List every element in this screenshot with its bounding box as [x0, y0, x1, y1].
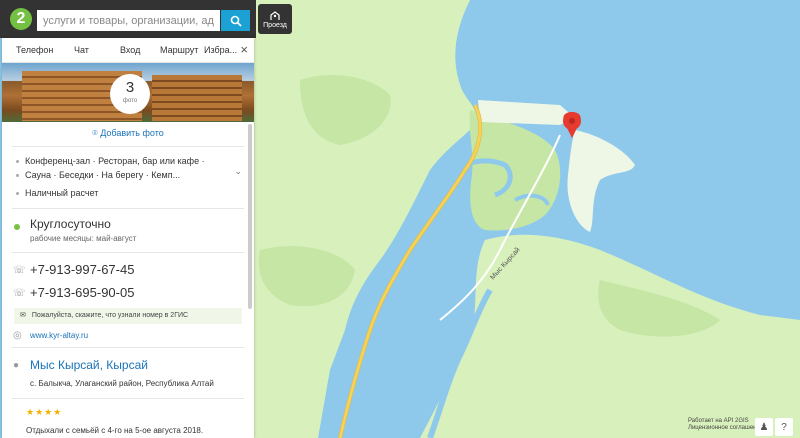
credits-license-link[interactable]: Лицензионное соглашение [688, 425, 763, 432]
divider [12, 252, 244, 253]
route-button[interactable]: Проезд [258, 4, 292, 34]
search-button[interactable] [221, 10, 250, 31]
hours-main: Круглосуточно [30, 217, 111, 231]
card-tabs: Телефон Чат Вход Маршрут Избра... × [2, 38, 254, 63]
search-bar: 2 [0, 0, 256, 38]
tab-phone[interactable]: Телефон [16, 45, 53, 55]
place-address: с. Балыкча, Улаганский район, Республика… [30, 379, 214, 388]
hours-sub: рабочие месяцы: май-август [30, 234, 137, 243]
user-icon[interactable]: ♟ [755, 418, 773, 436]
phone-number-1[interactable]: +7-913-997-67-45 [30, 262, 134, 277]
phone-icon: ☏ [13, 288, 26, 299]
credits-api: Работает на API 2GIS [688, 418, 749, 424]
globe-icon: ◎ [13, 330, 22, 341]
logo-2gis[interactable]: 2 [10, 8, 32, 30]
features-line-2: Сауна · Беседки · На берегу · Кемп... [16, 170, 180, 180]
chevron-down-icon[interactable]: ⌄ [234, 166, 242, 177]
photo-caption: фото [122, 98, 138, 104]
features-line-1: Конференц-зал · Ресторан, бар или кафе · [16, 156, 205, 166]
megaphone-icon: ✉ [20, 312, 26, 319]
search-icon [230, 15, 242, 27]
phone-icon: ☏ [13, 265, 26, 276]
photo-count-badge[interactable]: 3 фото [110, 74, 150, 114]
camera-icon: ⌾ [92, 128, 98, 138]
photo-count: 3 [125, 79, 135, 96]
add-photo-label: Добавить фото [100, 128, 164, 138]
close-icon[interactable]: × [240, 42, 248, 57]
map-credits: Работает на API 2GIS Лицензионное соглаш… [688, 418, 763, 432]
rating-stars: ★★★★ [26, 407, 63, 417]
tab-route[interactable]: Маршрут [160, 45, 198, 55]
scrollbar[interactable] [248, 124, 252, 309]
tab-favorites[interactable]: Избра... [204, 45, 237, 55]
website-link[interactable]: www.kyr-altay.ru [30, 331, 88, 340]
help-icon[interactable]: ? [775, 418, 793, 436]
place-card: Телефон Чат Вход Маршрут Избра... × 3 фо… [2, 38, 254, 438]
mention-2gis-note: ✉ Пожалуйста, скажите, что узнали номер в… [14, 308, 242, 324]
add-photo-link[interactable]: ⌾ Добавить фото [2, 128, 254, 139]
location-icon: ● [13, 360, 20, 371]
tab-chat[interactable]: Чат [74, 45, 89, 55]
divider [12, 208, 244, 209]
phone-number-2[interactable]: +7-913-695-90-05 [30, 285, 134, 300]
divider [12, 347, 244, 348]
divider [12, 146, 244, 147]
tab-entrance[interactable]: Вход [120, 45, 140, 55]
search-input[interactable] [37, 10, 220, 31]
route-icon [270, 10, 280, 20]
divider [12, 398, 244, 399]
place-name-link[interactable]: Мыс Кырсай, Кырсай [30, 358, 148, 372]
route-button-label: Проезд [263, 21, 287, 29]
photo-cabin [152, 75, 242, 121]
review-text[interactable]: Отдыхали с семьёй с 4-го на 5-ое августа… [26, 426, 203, 435]
features-line-3: Наличный расчет [16, 188, 98, 198]
open-status-icon [14, 224, 20, 230]
